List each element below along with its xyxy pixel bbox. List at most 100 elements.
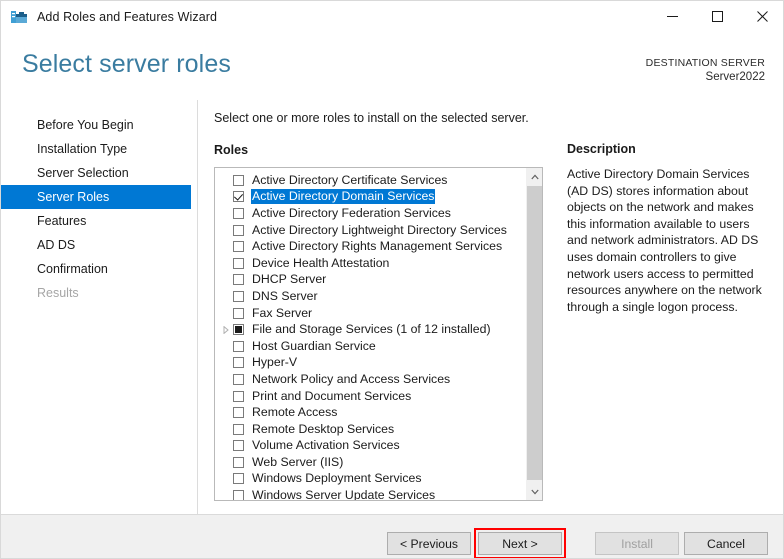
roles-scrollbar[interactable]: [525, 168, 542, 500]
sidebar-item-label: Features: [37, 214, 87, 228]
role-checkbox[interactable]: [233, 373, 244, 385]
role-list-item[interactable]: Web Server (IIS): [215, 454, 525, 471]
maximize-button[interactable]: [695, 1, 740, 32]
role-list-item[interactable]: Active Directory Certificate Services: [215, 172, 525, 189]
role-list-item[interactable]: Active Directory Rights Management Servi…: [215, 238, 525, 255]
roles-list-box: Active Directory Certificate Services Act…: [214, 167, 543, 501]
role-checkbox[interactable]: [233, 440, 244, 452]
role-checkbox[interactable]: [233, 390, 244, 402]
wizard-footer: < Previous Next > Install Cancel: [1, 514, 783, 558]
sidebar-item-before-you-begin[interactable]: Before You Begin: [1, 113, 191, 137]
next-button-highlight: Next >: [474, 528, 566, 558]
role-checkbox[interactable]: [233, 456, 244, 468]
role-checkbox[interactable]: [233, 257, 244, 269]
role-list-item[interactable]: DNS Server: [215, 288, 525, 305]
destination-server-name: Server2022: [705, 71, 765, 83]
role-list-item[interactable]: Volume Activation Services: [215, 438, 525, 455]
role-label: Web Server (IIS): [252, 454, 344, 469]
roles-panel: Select one or more roles to install on t…: [197, 100, 555, 514]
role-label: Active Directory Domain Services: [251, 189, 436, 205]
role-list-item[interactable]: Host Guardian Service: [215, 338, 525, 355]
role-label: Network Policy and Access Services: [252, 371, 451, 386]
sidebar-item-results: Results: [1, 281, 191, 305]
scrollbar-thumb[interactable]: [527, 186, 542, 480]
role-checkbox[interactable]: [233, 224, 244, 236]
sidebar-item-label: Installation Type: [37, 142, 128, 156]
role-label: Print and Document Services: [252, 388, 412, 403]
cancel-button[interactable]: Cancel: [684, 532, 768, 555]
role-label: File and Storage Services (1 of 12 insta…: [252, 322, 491, 337]
minimize-button[interactable]: [650, 1, 695, 32]
role-list-item[interactable]: Network Policy and Access Services: [215, 371, 525, 388]
page-header: Select server roles DESTINATION SERVER S…: [1, 32, 783, 100]
role-list-item[interactable]: DHCP Server: [215, 272, 525, 289]
sidebar-item-features[interactable]: Features: [1, 209, 191, 233]
role-list-item[interactable]: Remote Desktop Services: [215, 421, 525, 438]
next-button[interactable]: Next >: [478, 532, 562, 555]
role-label: Windows Server Update Services: [252, 488, 436, 500]
scroll-up-button[interactable]: [526, 168, 542, 185]
role-list-item[interactable]: Remote Access: [215, 404, 525, 421]
sidebar-item-label: Confirmation: [37, 262, 108, 276]
role-checkbox[interactable]: [233, 174, 244, 186]
role-list-item[interactable]: Hyper-V: [215, 355, 525, 372]
close-button[interactable]: [740, 1, 783, 32]
role-checkbox[interactable]: [233, 290, 244, 302]
role-label: Active Directory Federation Services: [252, 205, 451, 220]
sidebar-item-ad-ds[interactable]: AD DS: [1, 233, 191, 257]
role-label: DNS Server: [252, 288, 318, 303]
role-checkbox[interactable]: [233, 307, 244, 319]
description-text: Active Directory Domain Services (AD DS)…: [567, 167, 762, 314]
role-list-item[interactable]: Active Directory Domain Services: [215, 189, 525, 206]
expand-triangle-icon[interactable]: [221, 325, 231, 335]
role-label: Host Guardian Service: [252, 338, 376, 353]
role-checkbox[interactable]: [233, 407, 244, 419]
role-label: Remote Desktop Services: [252, 421, 395, 436]
role-label: Device Health Attestation: [252, 255, 390, 270]
sidebar-item-installation-type[interactable]: Installation Type: [1, 137, 191, 161]
maximize-icon: [712, 11, 723, 22]
role-list-item[interactable]: Print and Document Services: [215, 388, 525, 405]
sidebar-item-label: AD DS: [37, 238, 76, 252]
role-list-item[interactable]: Windows Deployment Services: [215, 471, 525, 488]
chevron-up-icon: [530, 173, 539, 179]
roles-list[interactable]: Active Directory Certificate Services Act…: [215, 168, 525, 500]
wizard-body: Before You Begin Installation Type Server …: [1, 100, 783, 514]
role-checkbox[interactable]: [233, 191, 244, 203]
previous-button[interactable]: < Previous: [387, 532, 471, 555]
wizard-navigation: Before You Begin Installation Type Server …: [1, 100, 198, 514]
sidebar-item-label: Server Selection: [37, 166, 129, 180]
sidebar-item-server-roles[interactable]: Server Roles: [1, 185, 191, 209]
role-label: Fax Server: [252, 305, 313, 320]
role-list-item[interactable]: Active Directory Lightweight Directory S…: [215, 222, 525, 239]
scroll-down-button[interactable]: [526, 483, 542, 500]
role-label: DHCP Server: [252, 272, 327, 287]
roles-section-label: Roles: [214, 143, 249, 157]
role-checkbox[interactable]: [233, 207, 244, 219]
role-checkbox[interactable]: [233, 473, 244, 485]
role-checkbox[interactable]: [233, 241, 244, 253]
role-label: Remote Access: [252, 405, 338, 420]
role-list-item[interactable]: Active Directory Federation Services: [215, 205, 525, 222]
sidebar-item-server-selection[interactable]: Server Selection: [1, 161, 191, 185]
role-checkbox[interactable]: [233, 423, 244, 435]
close-icon: [757, 11, 768, 22]
page-title: Select server roles: [22, 50, 231, 78]
role-checkbox[interactable]: [233, 340, 244, 352]
window-controls: [650, 1, 783, 32]
role-list-item[interactable]: Device Health Attestation: [215, 255, 525, 272]
sidebar-item-confirmation[interactable]: Confirmation: [1, 257, 191, 281]
role-label: Active Directory Rights Management Servi…: [252, 239, 503, 254]
footer-button-group: < Previous Next > Install Cancel: [387, 528, 768, 558]
role-checkbox[interactable]: [233, 490, 244, 500]
role-list-item[interactable]: Fax Server: [215, 305, 525, 322]
sidebar-item-label: Before You Begin: [37, 118, 134, 132]
role-checkbox[interactable]: [233, 274, 244, 286]
role-checkbox[interactable]: [233, 357, 244, 369]
destination-server-label: DESTINATION SERVER: [645, 57, 765, 69]
role-list-item[interactable]: File and Storage Services (1 of 12 insta…: [215, 321, 525, 338]
install-button[interactable]: Install: [595, 532, 679, 555]
description-title: Description: [567, 142, 636, 156]
role-list-item[interactable]: Windows Server Update Services: [215, 487, 525, 500]
role-checkbox[interactable]: [233, 324, 244, 336]
